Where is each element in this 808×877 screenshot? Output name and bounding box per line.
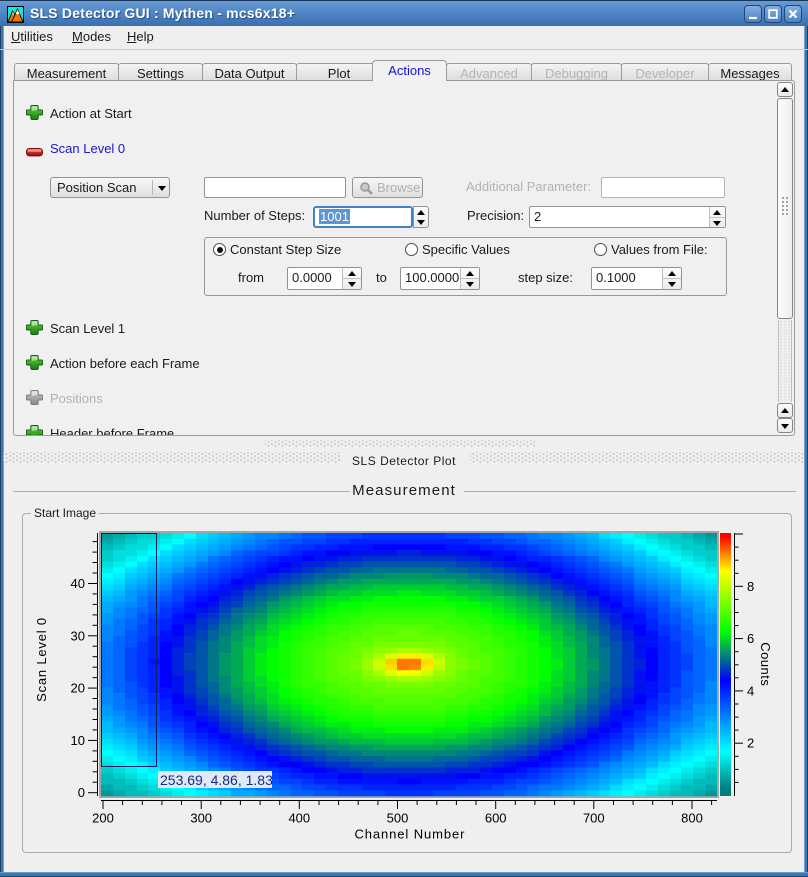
svg-text:8: 8 xyxy=(747,579,754,594)
svg-text:700: 700 xyxy=(583,811,605,826)
svg-text:600: 600 xyxy=(485,811,507,826)
svg-text:253.69, 4.86, 1.83: 253.69, 4.86, 1.83 xyxy=(160,772,273,788)
svg-text:30: 30 xyxy=(71,628,85,643)
svg-text:0: 0 xyxy=(78,785,85,800)
svg-text:20: 20 xyxy=(71,681,85,696)
svg-text:Counts: Counts xyxy=(758,642,773,686)
svg-text:4: 4 xyxy=(747,683,754,698)
svg-text:Scan Level 0: Scan Level 0 xyxy=(34,617,49,702)
svg-text:10: 10 xyxy=(71,733,85,748)
svg-text:2: 2 xyxy=(747,736,754,751)
svg-text:Channel Number: Channel Number xyxy=(354,827,465,842)
svg-text:500: 500 xyxy=(387,811,409,826)
svg-text:400: 400 xyxy=(288,811,310,826)
svg-text:40: 40 xyxy=(71,576,85,591)
svg-text:300: 300 xyxy=(190,811,212,826)
svg-text:6: 6 xyxy=(747,631,754,646)
svg-text:800: 800 xyxy=(681,811,703,826)
svg-text:200: 200 xyxy=(92,811,114,826)
